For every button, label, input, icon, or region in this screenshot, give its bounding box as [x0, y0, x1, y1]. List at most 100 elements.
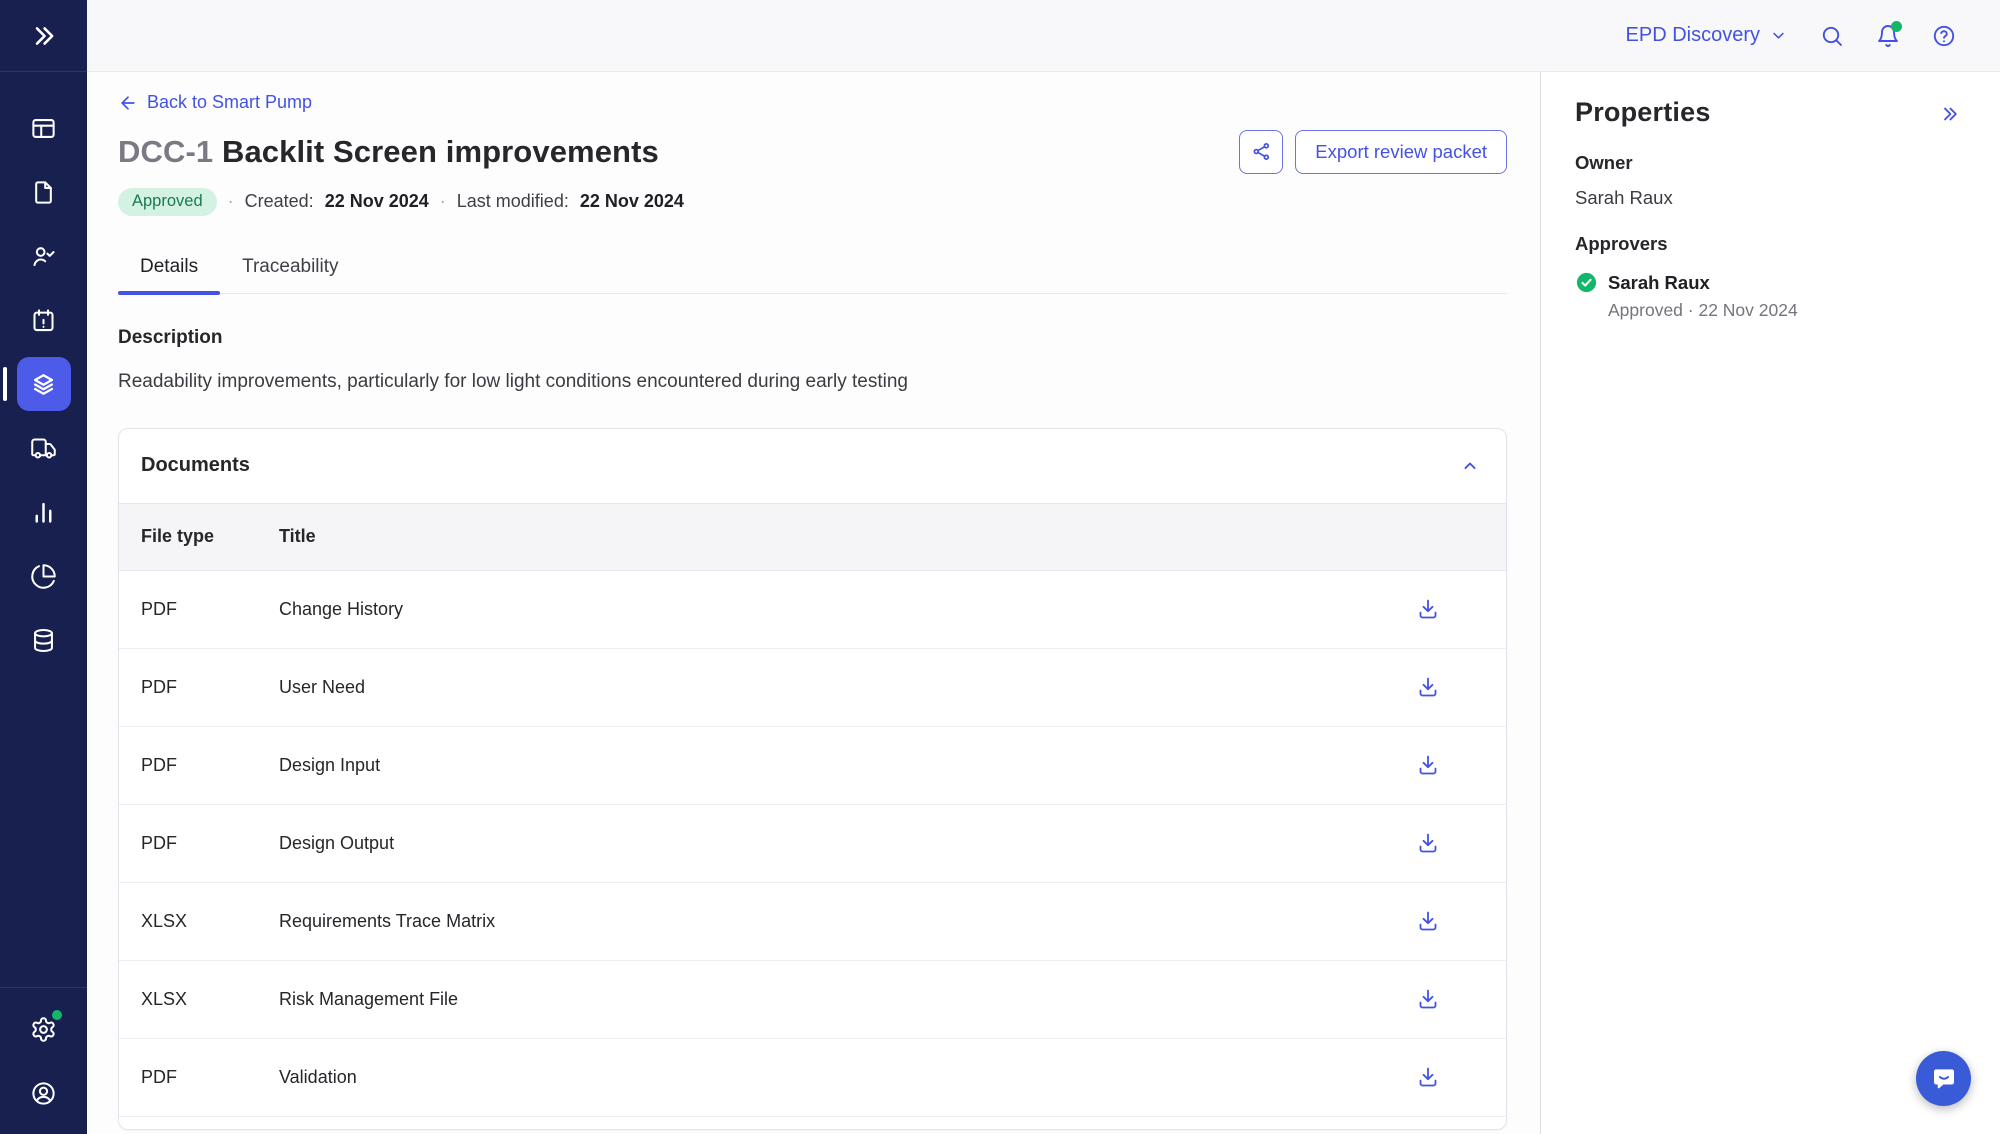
topbar: EPD Discovery [87, 0, 2000, 72]
sidebar-item-analytics[interactable] [17, 549, 71, 603]
table-row: XLSX Risk Management File [119, 961, 1506, 1039]
file-type-cell: PDF [141, 755, 279, 776]
table-row-partial [119, 1117, 1506, 1129]
workspace-switcher[interactable]: EPD Discovery [1626, 24, 1788, 47]
sidebar-item-reviews[interactable] [17, 229, 71, 283]
title-cell: Change History [279, 599, 1416, 620]
column-header-title: Title [279, 526, 1440, 547]
documents-heading: Documents [141, 454, 250, 477]
check-circle-icon [1575, 271, 1598, 294]
sidebar-item-planning[interactable] [17, 293, 71, 347]
share-button[interactable] [1239, 130, 1283, 174]
notifications-dot [1891, 21, 1902, 32]
download-icon [1416, 675, 1440, 699]
download-button[interactable] [1416, 753, 1440, 777]
owner-label: Owner [1575, 152, 1960, 174]
table-row: PDF Design Input [119, 727, 1506, 805]
sidebar-item-data[interactable] [17, 613, 71, 667]
layers-icon [30, 371, 57, 398]
properties-heading: Properties [1575, 97, 1711, 128]
approver-name: Sarah Raux [1608, 272, 1710, 294]
sidebar-item-suppliers[interactable] [17, 421, 71, 475]
notifications-button[interactable] [1876, 24, 1900, 48]
sidebar-item-settings[interactable] [17, 1002, 71, 1056]
approver-status: Approved · 22 Nov 2024 [1608, 300, 1960, 321]
chevron-up-icon [1460, 456, 1480, 476]
header-actions: Export review packet [1239, 130, 1507, 174]
download-button[interactable] [1416, 987, 1440, 1011]
documents-card: Documents File type Title PDF Change His… [118, 428, 1507, 1130]
tab-details[interactable]: Details [118, 256, 220, 293]
table-row: PDF User Need [119, 649, 1506, 727]
dashboard-icon [30, 115, 57, 142]
sidebar-item-reports[interactable] [17, 485, 71, 539]
download-button[interactable] [1416, 597, 1440, 621]
collapse-properties-button[interactable] [1940, 104, 1960, 124]
back-link[interactable]: Back to Smart Pump [118, 92, 312, 113]
search-icon [1820, 24, 1844, 48]
table-row: PDF Design Output [119, 805, 1506, 883]
download-button[interactable] [1416, 1065, 1440, 1089]
main-column: EPD Discovery Back to Smart Pump [87, 0, 2000, 1134]
sidebar-bottom [0, 987, 87, 1134]
page-header: DCC-1 Backlit Screen improvements Export… [118, 130, 1507, 174]
description-text: Readability improvements, particularly f… [118, 371, 1507, 393]
meta-separator: · [228, 191, 234, 212]
download-icon [1416, 909, 1440, 933]
search-button[interactable] [1820, 24, 1844, 48]
sidebar-item-account[interactable] [17, 1066, 71, 1120]
pie-chart-icon [30, 563, 57, 590]
title-cell: User Need [279, 677, 1416, 698]
documents-table-header: File type Title [119, 503, 1506, 571]
chevrons-right-icon [30, 22, 58, 50]
status-badge: Approved [118, 188, 217, 216]
title-cell: Risk Management File [279, 989, 1416, 1010]
sidebar-expand-button[interactable] [0, 0, 87, 72]
collapse-documents-button[interactable] [1460, 456, 1480, 476]
user-check-icon [30, 243, 57, 270]
download-button[interactable] [1416, 909, 1440, 933]
created-label: Created: [245, 191, 314, 212]
table-row: PDF Change History [119, 571, 1506, 649]
export-review-packet-button[interactable]: Export review packet [1295, 130, 1507, 174]
tab-bar: Details Traceability [118, 256, 1507, 294]
active-indicator [3, 367, 7, 401]
sidebar-item-documents[interactable] [17, 165, 71, 219]
owner-name: Sarah Raux [1575, 187, 1960, 209]
documents-table-body: PDF Change History PDF User Need PDF Des… [119, 571, 1506, 1117]
meta-row: Approved · Created: 22 Nov 2024 · Last m… [118, 188, 1507, 216]
content-row: Back to Smart Pump DCC-1 Backlit Screen … [87, 72, 2000, 1134]
file-type-cell: PDF [141, 833, 279, 854]
modified-date: 22 Nov 2024 [580, 191, 684, 212]
title-cell: Requirements Trace Matrix [279, 911, 1416, 932]
sidebar-item-dashboard[interactable] [17, 101, 71, 155]
arrow-left-icon [118, 93, 138, 113]
documents-card-header: Documents [119, 429, 1506, 503]
title-cell: Validation [279, 1067, 1416, 1088]
chat-launcher-button[interactable] [1916, 1051, 1971, 1106]
meta-separator: · [440, 191, 446, 212]
app-root: EPD Discovery Back to Smart Pump [0, 0, 2000, 1134]
sidebar [0, 0, 87, 1134]
share-icon [1251, 141, 1272, 162]
tab-traceability[interactable]: Traceability [220, 256, 360, 293]
download-icon [1416, 597, 1440, 621]
sidebar-item-design-controls[interactable] [17, 357, 71, 411]
download-icon [1416, 987, 1440, 1011]
back-link-label: Back to Smart Pump [147, 92, 312, 113]
document-title: Backlit Screen improvements [222, 134, 659, 169]
database-icon [30, 627, 57, 654]
help-icon [1932, 24, 1956, 48]
description-heading: Description [118, 327, 1507, 349]
file-type-cell: XLSX [141, 989, 279, 1010]
workspace-label: EPD Discovery [1626, 24, 1760, 47]
chevron-down-icon [1769, 26, 1788, 45]
help-button[interactable] [1932, 24, 1956, 48]
truck-icon [30, 435, 57, 462]
account-icon [30, 1080, 57, 1107]
title-cell: Design Output [279, 833, 1416, 854]
download-button[interactable] [1416, 675, 1440, 699]
download-button[interactable] [1416, 831, 1440, 855]
page-title: DCC-1 Backlit Screen improvements [118, 134, 659, 170]
approver-row: Sarah Raux [1575, 271, 1960, 294]
